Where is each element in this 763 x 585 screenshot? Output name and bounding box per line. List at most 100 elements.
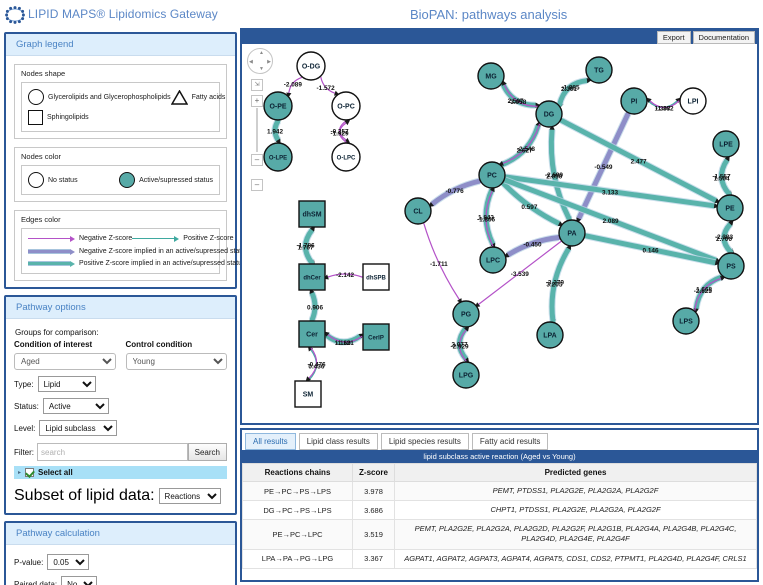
graph-node-PA[interactable]: PA xyxy=(558,219,586,247)
results-tab-3[interactable]: Fatty acid results xyxy=(471,433,549,450)
edge-zscore-label: -2.089 xyxy=(284,81,303,88)
paired-data-select[interactable]: No xyxy=(61,576,98,585)
edge-zscore-label: 2.700 xyxy=(716,236,732,243)
edge-zscore-label: -0.476 xyxy=(307,361,326,368)
graph-node-dhSM[interactable]: dhSM xyxy=(298,200,326,228)
graph-node-O-PC[interactable]: O-PC xyxy=(331,91,361,121)
paired-row: Paired data: No xyxy=(14,576,227,585)
edge-negative-icon xyxy=(28,238,70,239)
legend-label: Positive Z-score implied in an active/su… xyxy=(79,260,246,267)
graph-node-LPI[interactable]: LPI xyxy=(679,87,707,115)
control-condition-label: Control condition xyxy=(125,340,193,349)
graph-node-LPA[interactable]: LPA xyxy=(536,321,564,349)
legend-item-positive-z: Positive Z-score xyxy=(132,235,233,242)
graph-node-PS[interactable]: PS xyxy=(717,252,745,280)
condition-of-interest-select[interactable]: Aged xyxy=(14,353,116,370)
edge-zscore-label: 0.597 xyxy=(521,204,537,211)
paired-data-label: Paired data: xyxy=(14,579,58,585)
network-graph-canvas[interactable]: ▲ ▼ ◀ ▶ ⇲ + – – O-DG O-PE O-PC O-LPE O-L… xyxy=(242,44,757,423)
node-label: CL xyxy=(413,209,423,216)
node-label: O-PE xyxy=(269,104,286,111)
status-select[interactable]: Active xyxy=(42,398,109,414)
edges-color-title: Edges color xyxy=(21,215,61,224)
nodes-shape-legend: Nodes shape Glycerolipids and Glyceropho… xyxy=(14,64,227,139)
pvalue-select[interactable]: 0.05 xyxy=(47,554,90,570)
condition-of-interest-label: Condition of interest xyxy=(14,340,93,349)
graph-node-LPE[interactable]: LPE xyxy=(712,130,740,158)
node-label: LPS xyxy=(679,319,693,326)
cell-z-score: 3.686 xyxy=(352,500,395,521)
graph-node-CerIP[interactable]: CerIP xyxy=(362,323,390,351)
graph-node-O-PE[interactable]: O-PE xyxy=(263,91,293,121)
graph-node-PG[interactable]: PG xyxy=(452,300,480,328)
edge-zscore-label: 1.942 xyxy=(267,129,283,136)
graph-node-TG[interactable]: TG xyxy=(585,56,613,84)
graph-node-Cer[interactable]: Cer xyxy=(298,320,326,348)
sidebar: Graph legend Nodes shape Glycerolipids a… xyxy=(4,32,249,585)
circle-empty-icon xyxy=(28,172,44,188)
main-content: Export Documentation ▲ ▼ ◀ ▶ ⇲ + – – O-D… xyxy=(240,28,759,582)
graph-node-O-LPC[interactable]: O-LPC xyxy=(331,142,361,172)
search-button[interactable]: Search xyxy=(187,443,227,461)
select-all-checkbox-icon[interactable] xyxy=(25,468,35,477)
nodes-color-title: Nodes color xyxy=(21,152,62,161)
graph-node-LPS[interactable]: LPS xyxy=(672,307,700,335)
graph-toolbar: Export Documentation xyxy=(242,30,757,44)
graph-node-DG[interactable]: DG xyxy=(535,100,563,128)
pvalue-label: P-value: xyxy=(14,557,44,567)
level-row: Level: Lipid subclass xyxy=(14,420,227,436)
cell-z-score: 3.367 xyxy=(352,548,395,569)
table-row: LPA→PA→PG→LPG 3.367 AGPAT1, AGPAT2, AGPAT3… xyxy=(242,548,757,569)
graph-node-LPC[interactable]: LPC xyxy=(479,246,507,274)
graph-node-O-DG[interactable]: O-DG xyxy=(296,51,326,81)
graph-node-PC[interactable]: PC xyxy=(478,161,506,189)
node-label: DG xyxy=(544,112,555,119)
graph-legend-title: Graph legend xyxy=(6,34,235,56)
graph-node-dhSPB[interactable]: dhSPB xyxy=(362,263,390,291)
graph-node-dhCer[interactable]: dhCer xyxy=(298,263,326,291)
cell-reaction-chain: PE→PC→LPC xyxy=(242,519,353,550)
type-label: Type: xyxy=(14,379,34,389)
graph-node-SM[interactable]: SM xyxy=(294,380,322,408)
graph-node-PE[interactable]: PE xyxy=(716,194,744,222)
select-all-row[interactable]: ▸ Select all xyxy=(14,466,227,479)
cell-predicted-genes: CHPT1, PTDSS1, PLA2G2E, PLA2G2A, PLA2G2F xyxy=(394,500,757,521)
expand-triangle-icon[interactable]: ▸ xyxy=(18,469,21,476)
type-select[interactable]: Lipid xyxy=(37,376,96,392)
subset-select[interactable]: Reactions xyxy=(158,488,221,504)
node-label: TG xyxy=(594,68,604,75)
lipid-network-svg[interactable]: O-DG O-PE O-PC O-LPE O-LPC dhSM dhCer dhSPB Cer C… xyxy=(242,44,757,423)
edge-zscore-label: -2.929 xyxy=(450,344,469,351)
node-label: PG xyxy=(461,312,472,319)
legend-label: Negative Z-score xyxy=(79,235,133,242)
graph-node-LPG[interactable]: LPG xyxy=(452,361,480,389)
node-label: O-DG xyxy=(302,64,321,71)
edges-color-legend: Edges color Negative Z-score Positive Z-… xyxy=(14,210,249,281)
top-header: LIPID MAPS® Lipidomics Gateway BioPAN: p… xyxy=(0,0,763,30)
results-tab-2[interactable]: Lipid species results xyxy=(380,433,469,450)
pathway-calculation-panel: Pathway calculation P-value: 0.05 Paired… xyxy=(4,521,237,585)
biopan-app: { "header": { "brand": "LIPID MAPS® Lipi… xyxy=(0,0,763,585)
graph-node-CL[interactable]: CL xyxy=(404,197,432,225)
search-input[interactable] xyxy=(37,443,188,461)
edge-zscore-label: 3.205 xyxy=(546,282,562,289)
results-tab-0[interactable]: All results xyxy=(245,433,296,450)
control-condition-select[interactable]: Young xyxy=(125,353,227,370)
node-label: MG xyxy=(485,74,497,81)
documentation-button[interactable]: Documentation xyxy=(692,31,755,44)
graph-node-PI[interactable]: PI xyxy=(620,87,648,115)
level-select[interactable]: Lipid subclass xyxy=(39,420,118,436)
graph-node-MG[interactable]: MG xyxy=(477,62,505,90)
results-tab-1[interactable]: Lipid class results xyxy=(298,433,378,450)
legend-label: Positive Z-score xyxy=(183,235,234,242)
graph-node-O-LPE[interactable]: O-LPE xyxy=(263,142,293,172)
node-label: O-LPC xyxy=(337,156,356,162)
graph-legend-panel: Graph legend Nodes shape Glycerolipids a… xyxy=(4,32,249,289)
legend-item-sphingolipids: Sphingolipids xyxy=(28,110,89,125)
node-label: LPI xyxy=(688,99,699,106)
edge-zscore-label: -0.450 xyxy=(523,241,542,248)
export-button[interactable]: Export xyxy=(656,31,691,44)
edge-zscore-label: 2.089 xyxy=(603,218,619,225)
legend-label: Active/supressed status xyxy=(139,176,213,184)
edge-zscore-label: 0.146 xyxy=(643,247,659,254)
